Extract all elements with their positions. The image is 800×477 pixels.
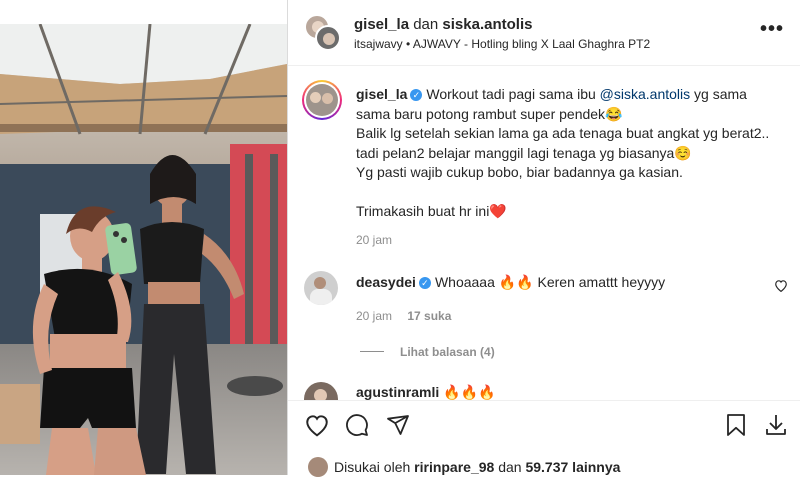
audio-artist: itsajwavy xyxy=(354,37,403,51)
author-username-1[interactable]: gisel_la xyxy=(354,16,409,33)
caption-avatar[interactable] xyxy=(302,80,342,120)
post-authors: gisel_la dan siska.antolis xyxy=(354,16,532,33)
download-icon xyxy=(766,415,786,435)
verified-badge-icon: ✓ xyxy=(410,89,423,101)
collab-avatars[interactable] xyxy=(304,14,342,52)
comment-item: deasydei ✓ Whoaaaa 🔥🔥 Keren amattt heyyyy xyxy=(356,274,665,291)
share-button[interactable] xyxy=(386,413,410,442)
likes-summary[interactable]: Disukai oleh ririnpare_98 dan 59.737 lai… xyxy=(308,457,620,477)
comment-avatar[interactable] xyxy=(304,271,338,305)
caption-username[interactable]: gisel_la xyxy=(356,86,407,102)
save-button[interactable] xyxy=(725,413,747,442)
comment-text: 🔥🔥🔥 xyxy=(443,384,496,400)
comment-username[interactable]: deasydei xyxy=(356,274,416,290)
comment-bubble-icon xyxy=(346,414,368,436)
gym-selfie-image xyxy=(0,24,287,475)
photo-pane xyxy=(0,0,287,475)
caption-line-2: Balik lg setelah sekian lama ga ada tena… xyxy=(356,125,770,161)
post-photo[interactable] xyxy=(0,24,287,475)
verified-badge-icon: ✓ xyxy=(418,277,431,289)
comment-text: Whoaaaa 🔥🔥 Keren amattt heyyyy xyxy=(434,274,666,290)
bookmark-icon xyxy=(727,414,745,436)
post-actions-bar: Disukai oleh ririnpare_98 dan 59.737 lai… xyxy=(288,400,800,477)
comment-timestamp[interactable]: 20 jam xyxy=(356,309,392,323)
caption-line-4: Trimakasih buat hr ini❤️ xyxy=(356,202,507,219)
comment-username[interactable]: agustinramli xyxy=(356,384,439,400)
liked-by-user[interactable]: ririnpare_98 xyxy=(414,459,494,475)
like-button[interactable] xyxy=(304,413,330,442)
replies-divider-line xyxy=(360,351,384,352)
post-side-panel: gisel_la dan siska.antolis itsajwavy • A… xyxy=(287,0,800,477)
caption-timestamp[interactable]: 20 jam xyxy=(356,233,392,247)
comment-avatar[interactable] xyxy=(304,382,338,400)
audio-info[interactable]: itsajwavy • AJWAVY - Hotling bling X Laa… xyxy=(354,37,650,51)
download-button[interactable] xyxy=(764,413,788,442)
author-username-2[interactable]: siska.antolis xyxy=(442,16,532,33)
caption-mention-link[interactable]: @siska.antolis xyxy=(600,86,690,102)
avatar xyxy=(315,25,341,51)
comment-button[interactable] xyxy=(345,413,369,442)
paper-plane-icon xyxy=(387,415,409,435)
liked-by-count[interactable]: 59.737 lainnya xyxy=(525,459,620,475)
liked-by-joiner: dan xyxy=(498,459,522,475)
heart-icon xyxy=(306,415,328,437)
avatar xyxy=(308,457,328,477)
comments-section[interactable]: gisel_la ✓ Workout tadi pagi sama ibu @sis… xyxy=(288,66,800,400)
post-caption: gisel_la ✓ Workout tadi pagi sama ibu @sis… xyxy=(356,85,776,221)
authors-joiner: dan xyxy=(413,16,439,33)
view-replies-button[interactable]: Lihat balasan (4) xyxy=(360,345,495,359)
liked-by-prefix: Disukai oleh xyxy=(334,459,411,475)
avatar xyxy=(306,84,338,116)
comment-like-count[interactable]: 17 suka xyxy=(407,309,451,323)
comment-meta: 20 jam 17 suka xyxy=(356,309,451,323)
more-options-button[interactable]: ••• xyxy=(760,18,784,41)
audio-separator: • xyxy=(406,37,411,51)
post-header: gisel_la dan siska.antolis itsajwavy • A… xyxy=(288,0,800,66)
comment-item: agustinramli 🔥🔥🔥 xyxy=(356,384,495,400)
caption-line-3: Yg pasti wajib cukup bobo, biar badannya… xyxy=(356,164,683,180)
comment-like-heart-icon[interactable] xyxy=(774,279,788,297)
view-replies-label: Lihat balasan (4) xyxy=(400,345,495,359)
caption-text-part1: Workout tadi pagi sama ibu xyxy=(426,86,600,102)
audio-title: AJWAVY - Hotling bling X Laal Ghaghra PT… xyxy=(412,37,651,51)
